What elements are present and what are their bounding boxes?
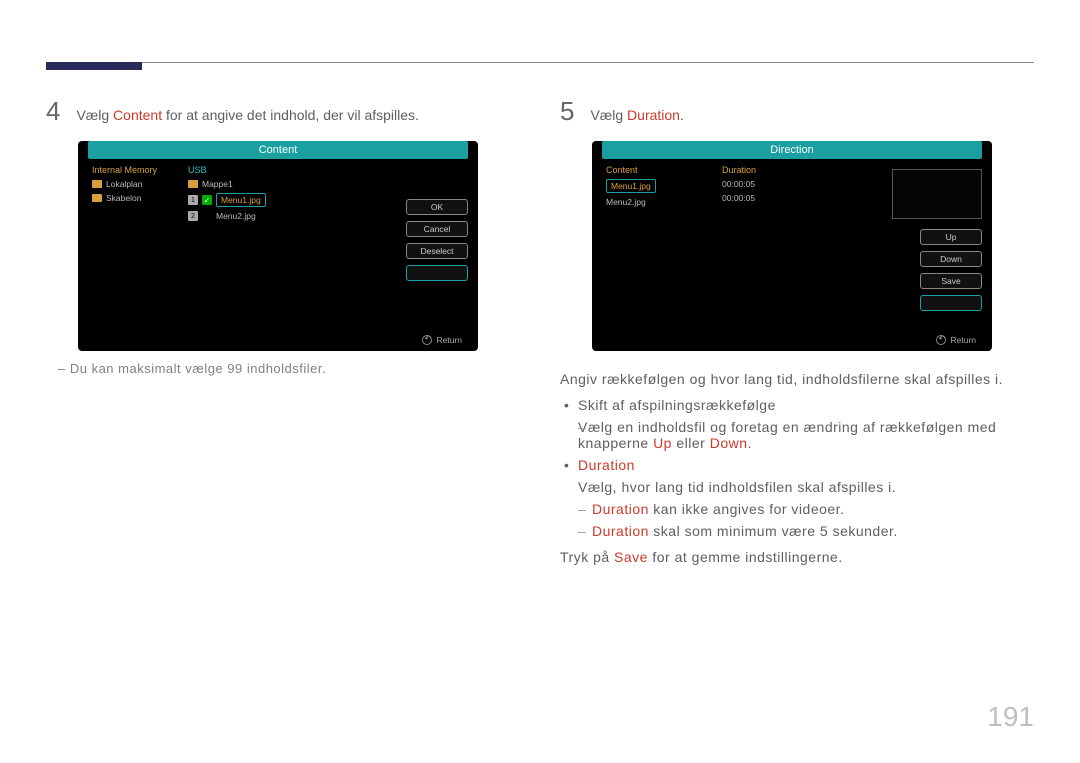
down-button[interactable]: Down [920, 251, 982, 267]
folder-icon [92, 180, 102, 188]
step-prefix: Vælg [590, 107, 627, 123]
filename: Menu2.jpg [216, 211, 256, 221]
step-text: Vælg Duration. [590, 107, 683, 123]
usb-panel: USB Mappe1 1 ✓ Menu1.jpg 2 Menu2.jpg [184, 163, 324, 281]
keyword-duration: Duration [627, 107, 680, 123]
mock-title: Content [88, 141, 468, 159]
list-item[interactable]: Menu2.jpg [602, 195, 712, 209]
bullet-order-title: Skift af afspilningsrækkefølge [560, 397, 1034, 413]
keyword-duration: Duration [592, 523, 649, 539]
filename: Menu2.jpg [606, 197, 646, 207]
preview-box [892, 169, 982, 219]
direction-screenshot: Direction Content Menu1.jpg Menu2.jpg Du… [592, 141, 992, 351]
duration-value: 00:00:05 [718, 191, 808, 205]
step-number: 4 [46, 96, 60, 127]
final-line: Tryk på Save for at gemme indstillingern… [560, 549, 1034, 565]
mock-title: Direction [602, 141, 982, 159]
right-button-panel: OK Cancel Deselect [330, 163, 468, 281]
return-label: Return [436, 335, 462, 345]
list-item[interactable]: Lokalplan [88, 177, 178, 191]
keyword-save: Save [614, 549, 648, 565]
filename: Menu1.jpg [606, 179, 656, 193]
content-screenshot: Content Internal Memory Lokalplan Skabel… [78, 141, 478, 351]
return-icon [936, 335, 946, 345]
highlight-button[interactable] [920, 295, 982, 311]
list-item[interactable]: Mappe1 [184, 177, 324, 191]
list-item-selected[interactable]: 1 ✓ Menu1.jpg [184, 191, 324, 209]
content-column-panel: Content Menu1.jpg Menu2.jpg [602, 163, 712, 311]
return-footer[interactable]: Return [936, 335, 976, 345]
step-5-heading: 5 Vælg Duration. [560, 96, 1034, 127]
filename: Menu1.jpg [216, 193, 266, 207]
list-item[interactable]: Skabelon [88, 191, 178, 205]
ok-button[interactable]: OK [406, 199, 468, 215]
duration-column-panel: Duration 00:00:05 00:00:05 [718, 163, 808, 311]
return-label: Return [950, 335, 976, 345]
keyword-duration: Duration [578, 457, 635, 473]
col-duration: Duration [718, 163, 808, 177]
keyword-down: Down [710, 435, 748, 451]
list-item-selected[interactable]: Menu1.jpg [602, 177, 712, 195]
right-button-panel: Up Down Save [814, 163, 982, 311]
list-item[interactable]: 2 Menu2.jpg [184, 209, 324, 223]
bullet-duration-title: Duration [560, 457, 1034, 473]
step-prefix: Vælg [76, 107, 113, 123]
duration-value: 00:00:05 [718, 177, 808, 191]
step-4-heading: 4 Vælg Content for at angive det indhold… [46, 96, 520, 127]
keyword-content: Content [113, 107, 162, 123]
folder-icon [188, 180, 198, 188]
left-column: 4 Vælg Content for at angive det indhold… [46, 96, 520, 565]
horizontal-rule [46, 62, 1034, 63]
return-footer[interactable]: Return [422, 335, 462, 345]
cancel-button[interactable]: Cancel [406, 221, 468, 237]
content-columns: 4 Vælg Content for at angive det indhold… [0, 0, 1080, 565]
step-number: 5 [560, 96, 574, 127]
order-badge: 2 [188, 211, 198, 221]
up-button[interactable]: Up [920, 229, 982, 245]
folder-icon [92, 194, 102, 202]
keyword-duration: Duration [592, 501, 649, 517]
step-suffix: . [680, 107, 684, 123]
save-button[interactable]: Save [920, 273, 982, 289]
col-content: Content [602, 163, 712, 177]
sub-note-2: Duration skal som minimum være 5 sekunde… [560, 523, 1034, 539]
footnote: Du kan maksimalt vælge 99 indholdsfiler. [46, 361, 520, 376]
order-badge: 1 [188, 195, 198, 205]
col-internal-memory: Internal Memory [88, 163, 178, 177]
return-icon [422, 335, 432, 345]
sub-note-1: Duration kan ikke angives for videoer. [560, 501, 1034, 517]
step-suffix: for at angive det indhold, der vil afspi… [162, 107, 419, 123]
internal-memory-panel: Internal Memory Lokalplan Skabelon [88, 163, 178, 281]
instruction-block: Angiv rækkefølgen og hvor lang tid, indh… [560, 371, 1034, 565]
page-number: 191 [987, 701, 1034, 733]
intro-text: Angiv rækkefølgen og hvor lang tid, indh… [560, 371, 1034, 387]
bullet-duration-text: Vælg, hvor lang tid indholdsfilen skal a… [560, 479, 1034, 495]
highlight-button[interactable] [406, 265, 468, 281]
accent-bar [46, 62, 142, 70]
check-icon: ✓ [202, 195, 212, 205]
step-text: Vælg Content for at angive det indhold, … [76, 107, 418, 123]
bullet-order-text: Vælg en indholdsfil og foretag en ændrin… [560, 419, 1034, 451]
deselect-button[interactable]: Deselect [406, 243, 468, 259]
col-usb: USB [184, 163, 324, 177]
right-column: 5 Vælg Duration. Direction Content Menu1… [560, 96, 1034, 565]
keyword-up: Up [653, 435, 672, 451]
